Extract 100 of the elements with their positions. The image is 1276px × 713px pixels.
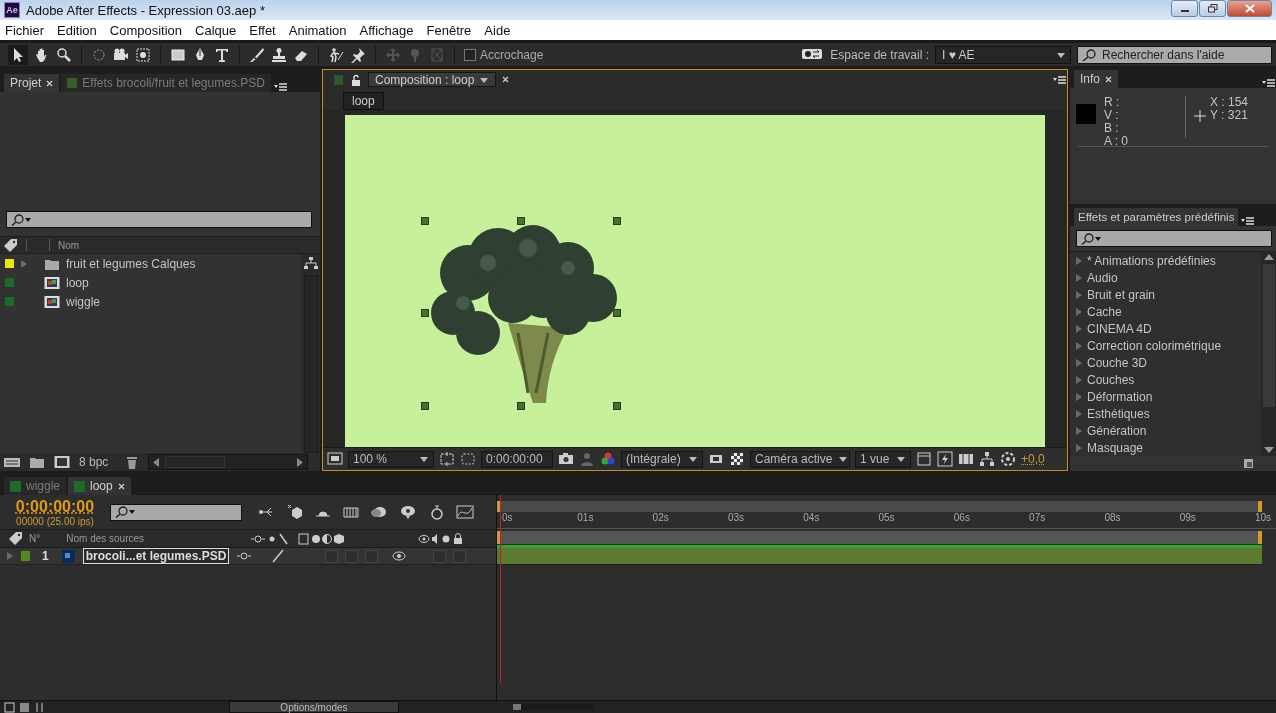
timeline-tab[interactable]: loop (68, 477, 131, 495)
rectangle-icon[interactable] (170, 46, 186, 63)
minimize-button[interactable] (1171, 0, 1198, 17)
motion-blur-icon[interactable] (370, 504, 388, 520)
disclosure-triangle-icon[interactable] (1075, 324, 1083, 333)
disclosure-triangle-icon[interactable] (1075, 358, 1083, 367)
bit-depth-label[interactable]: 8 bpc (79, 455, 109, 469)
menu-item[interactable]: Fichier (5, 22, 44, 38)
visibility-eye-icon[interactable] (392, 550, 407, 562)
graph-editor-icon[interactable] (456, 504, 474, 520)
brainstorm-icon[interactable] (398, 504, 418, 520)
project-item[interactable]: loop (66, 275, 89, 290)
interpret-footage-icon[interactable] (4, 455, 20, 469)
person-silhouette-icon[interactable] (579, 451, 595, 467)
dropdown-caret-icon[interactable] (688, 454, 698, 464)
menu-item[interactable]: Animation (288, 22, 347, 38)
disclosure-triangle-icon[interactable] (1075, 341, 1083, 350)
effect-category[interactable]: Correction colorimétrique (1087, 338, 1222, 353)
disclosure-triangle-icon[interactable] (1075, 426, 1083, 435)
layer-duration-bar[interactable] (497, 548, 1262, 565)
panel-tab[interactable]: Projet (4, 74, 60, 92)
current-time-field[interactable]: 0:00:00:00 (481, 450, 553, 468)
effect-category[interactable]: Esthétiques (1087, 406, 1150, 421)
close-button[interactable] (1227, 0, 1272, 17)
shutter-icon[interactable] (1000, 451, 1016, 467)
label-swatch[interactable] (5, 259, 14, 268)
time-ruler[interactable]: 0s 01s 02s 03s 04s 05s 06s 07s 08s 09s 10s (497, 512, 1276, 529)
project-item[interactable]: wiggle (66, 294, 101, 309)
label-swatch[interactable] (5, 278, 14, 287)
composition-breadcrumb[interactable]: loop (343, 92, 384, 110)
effect-category[interactable]: Masquage (1087, 440, 1144, 455)
toggle-transfer-icon[interactable] (34, 701, 45, 713)
panel-menu-icon[interactable] (1052, 74, 1067, 85)
disclosure-triangle-icon[interactable] (1075, 409, 1083, 418)
scroll-thumb[interactable] (165, 456, 226, 468)
dropdown-caret-icon[interactable] (419, 454, 429, 464)
toggle-switches-icon[interactable] (19, 701, 30, 713)
effect-category[interactable]: Couches (1087, 372, 1135, 387)
menu-item[interactable]: Fenêtre (426, 22, 472, 38)
draft-3d-icon[interactable] (286, 504, 304, 520)
effect-category[interactable]: * Animations prédéfinies (1087, 253, 1216, 268)
film-frame-icon[interactable] (44, 294, 60, 309)
snapshot-camera-icon[interactable] (558, 451, 574, 467)
render-time-icon[interactable] (4, 701, 15, 713)
scroll-right-arrow-icon[interactable] (297, 457, 304, 467)
shy-switch-icon[interactable] (236, 550, 253, 562)
effect-category[interactable]: Audio (1087, 270, 1118, 285)
mask-visibility-icon[interactable] (460, 451, 476, 467)
label-swatch[interactable] (21, 551, 31, 561)
photoshop-file-icon[interactable] (60, 548, 76, 564)
horizontal-scrollbar[interactable] (148, 454, 309, 470)
av-switches-icon[interactable] (418, 532, 464, 545)
effect-category[interactable]: CINEMA 4D (1087, 321, 1152, 336)
label-tag-icon[interactable] (3, 237, 18, 253)
auto-keyframe-icon[interactable] (428, 504, 446, 520)
switch-box[interactable] (365, 549, 379, 563)
effect-category[interactable]: Couche 3D (1087, 355, 1148, 370)
panel-tab[interactable]: Info (1074, 70, 1118, 88)
new-bin-icon[interactable] (1243, 458, 1254, 469)
film-frame-icon[interactable] (44, 275, 60, 290)
timeline-search-field[interactable] (110, 503, 242, 521)
disclosure-triangle-icon[interactable] (1075, 375, 1083, 384)
scroll-up-arrow-icon[interactable] (1263, 254, 1274, 260)
effect-category[interactable]: Génération (1087, 423, 1147, 438)
menu-item[interactable]: Effet (249, 22, 276, 38)
tab-close-icon[interactable] (46, 79, 54, 87)
panel-tab[interactable]: Effets brocoli/fruit et legumes.PSD (61, 74, 271, 92)
menu-item[interactable]: Affichage (359, 22, 414, 38)
folder-icon[interactable] (29, 455, 45, 469)
fast-preview-bolt-icon[interactable] (937, 451, 953, 467)
switch-box[interactable] (433, 549, 446, 563)
search-icon[interactable] (11, 213, 33, 226)
menu-item[interactable]: Aide (484, 22, 511, 38)
layer-name[interactable]: brocoli...et legumes.PSD (82, 548, 230, 564)
options-modes-toggle[interactable]: Options/modes (229, 701, 399, 713)
workspace-dropdown[interactable]: I ♥ AE (935, 45, 1071, 64)
new-composition-icon[interactable] (54, 455, 70, 469)
magnification-dropdown[interactable]: 100 % (348, 450, 434, 468)
help-search-field[interactable]: Rechercher dans l'aide (1077, 45, 1272, 64)
switch-box[interactable] (325, 549, 339, 563)
rgb-channels-icon[interactable] (600, 451, 616, 467)
panel-menu-icon[interactable] (1240, 216, 1256, 226)
label-swatch[interactable] (5, 297, 14, 306)
workspace-swap-icon[interactable] (802, 48, 825, 61)
menu-item[interactable]: Edition (57, 22, 97, 38)
disclosure-triangle-icon[interactable] (1075, 307, 1083, 316)
pin-icon[interactable] (350, 46, 366, 63)
exposure-value[interactable]: +0,0 (1021, 452, 1045, 466)
rotate-icon[interactable] (91, 46, 107, 63)
switch-box[interactable] (453, 549, 466, 563)
switch-box[interactable] (345, 549, 359, 563)
dropdown-caret-icon[interactable] (896, 454, 906, 464)
disclosure-triangle-icon[interactable] (1075, 273, 1083, 282)
zoom-slider[interactable] (513, 704, 593, 710)
panel-menu-icon[interactable] (1261, 78, 1276, 88)
flowchart-icon[interactable] (979, 451, 995, 467)
menu-item[interactable]: Composition (109, 22, 183, 38)
camera-view-dropdown[interactable]: Caméra active (750, 450, 850, 468)
disclosure-triangle-icon[interactable] (20, 259, 28, 268)
current-time-display[interactable]: 0:00:00:00 (15, 497, 95, 516)
